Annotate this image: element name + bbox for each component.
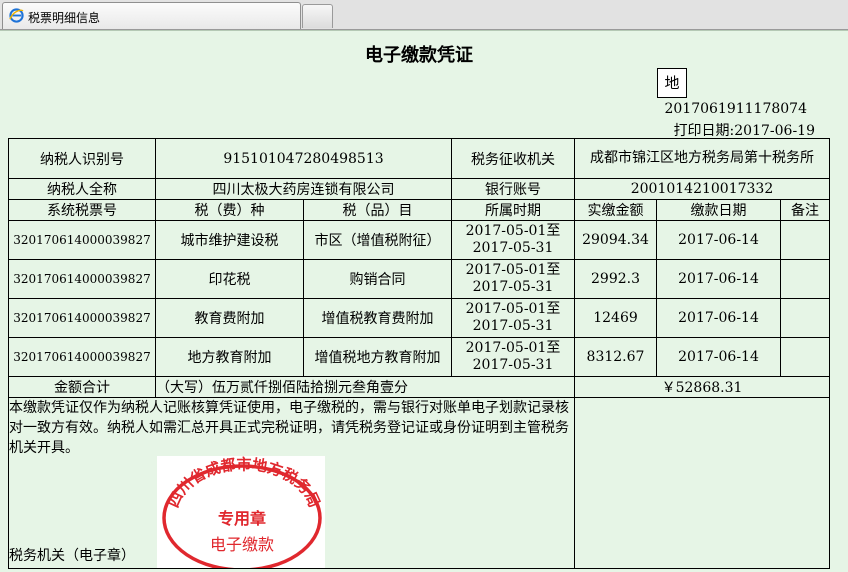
bank-account-value: 2001014210017332	[574, 178, 830, 200]
table-row: 320170614000039827 教育费附加 增值税教育费附加 2017-0…	[8, 298, 830, 338]
row-amount: 2992.3	[574, 259, 657, 299]
row-remark	[780, 220, 830, 260]
row-tax-type: 教育费附加	[155, 298, 304, 338]
browser-tab-title: 税票明细信息	[28, 11, 101, 25]
region-box: 地	[657, 68, 687, 98]
row-date: 2017-06-14	[656, 220, 781, 260]
tax-office-seal-label: 税务机关（电子章）	[9, 548, 136, 564]
table-row: 320170614000039827 印花税 购销合同 2017-05-01至2…	[8, 259, 830, 299]
table-row: 320170614000039827 地方教育附加 增值税地方教育附加 2017…	[8, 337, 830, 377]
label-taxpayer-id: 纳税人识别号	[8, 138, 156, 179]
row-remark	[780, 259, 830, 299]
header-ticket-no: 系统税票号	[8, 199, 156, 221]
row-date: 2017-06-14	[656, 259, 781, 299]
row-remark	[780, 337, 830, 377]
header-amount: 实缴金额	[574, 199, 657, 221]
row-date: 2017-06-14	[656, 298, 781, 338]
row-tax-type: 印花税	[155, 259, 304, 299]
row-period: 2017-05-01至2017-05-31	[451, 337, 575, 377]
browser-tab-active[interactable]: 税票明细信息	[2, 2, 301, 29]
header-tax-item: 税（品）目	[303, 199, 452, 221]
voucher-title: 电子缴款凭证	[365, 45, 473, 66]
row-ticket: 320170614000039827	[8, 259, 156, 299]
row-tax-type: 地方教育附加	[155, 337, 304, 377]
new-tab-button[interactable]	[302, 4, 333, 28]
row-period: 2017-05-01至2017-05-31	[451, 220, 575, 260]
row-ticket: 320170614000039827	[8, 337, 156, 377]
header-period: 所属时期	[451, 199, 575, 221]
svg-text:电子缴款: 电子缴款	[210, 535, 274, 554]
row-tax-type: 城市维护建设税	[155, 220, 304, 260]
taxpayer-id-value: 915101047280498513	[155, 138, 452, 179]
row-amount: 12469	[574, 298, 657, 338]
row-date: 2017-06-14	[656, 337, 781, 377]
voucher-table: 纳税人识别号 915101047280498513 税务征收机关 成都市锦江区地…	[8, 138, 830, 569]
label-tax-authority: 税务征收机关	[451, 138, 575, 179]
svg-text:四川省成都市地方税务局: 四川省成都市地方税务局	[164, 456, 323, 510]
row-tax-item: 增值税地方教育附加	[303, 337, 452, 377]
print-date: 打印日期:2017-06-19	[673, 123, 815, 139]
taxpayer-name-value: 四川太极大药房连锁有限公司	[155, 178, 452, 200]
tax-authority-value: 成都市锦江区地方税务局第十税务所	[574, 138, 830, 179]
note-cell: 本缴款凭证仅作为纳税人记账核算凭证使用，电子缴税的，需与银行对账单电子划款记录核…	[8, 397, 575, 569]
browser-tab-bar: 税票明细信息	[0, 0, 848, 30]
total-in-words: （大写）伍万贰仟捌佰陆拾捌元叁角壹分	[155, 376, 575, 398]
header-tax-type: 税（费）种	[155, 199, 304, 221]
ie-browser-icon	[9, 8, 24, 23]
table-row: 320170614000039827 城市维护建设税 市区（增值税附征） 201…	[8, 220, 830, 260]
row-tax-item: 市区（增值税附征）	[303, 220, 452, 260]
note-side-cell	[574, 397, 830, 569]
row-period: 2017-05-01至2017-05-31	[451, 298, 575, 338]
header-pay-date: 缴款日期	[656, 199, 781, 221]
row-tax-item: 购销合同	[303, 259, 452, 299]
seal-stamp-icon: 四川省成都市地方税务局 专用章 电子缴款	[162, 456, 324, 568]
row-ticket: 320170614000039827	[8, 298, 156, 338]
electronic-seal: 四川省成都市地方税务局 专用章 电子缴款	[157, 456, 325, 568]
row-amount: 8312.67	[574, 337, 657, 377]
total-amount: ￥52868.31	[574, 376, 830, 398]
svg-text:专用章: 专用章	[218, 509, 266, 528]
label-total: 金额合计	[8, 376, 156, 398]
voucher-number: 2017061911178074	[664, 101, 807, 117]
row-amount: 29094.34	[574, 220, 657, 260]
voucher-page: 电子缴款凭证 地 2017061911178074 打印日期:2017-06-1…	[0, 30, 848, 572]
voucher-note: 本缴款凭证仅作为纳税人记账核算凭证使用，电子缴税的，需与银行对账单电子划款记录核…	[9, 400, 570, 456]
row-remark	[780, 298, 830, 338]
row-ticket: 320170614000039827	[8, 220, 156, 260]
label-taxpayer-name: 纳税人全称	[8, 178, 156, 200]
label-bank-account: 银行账号	[451, 178, 575, 200]
header-remarks: 备注	[780, 199, 830, 221]
row-period: 2017-05-01至2017-05-31	[451, 259, 575, 299]
row-tax-item: 增值税教育费附加	[303, 298, 452, 338]
